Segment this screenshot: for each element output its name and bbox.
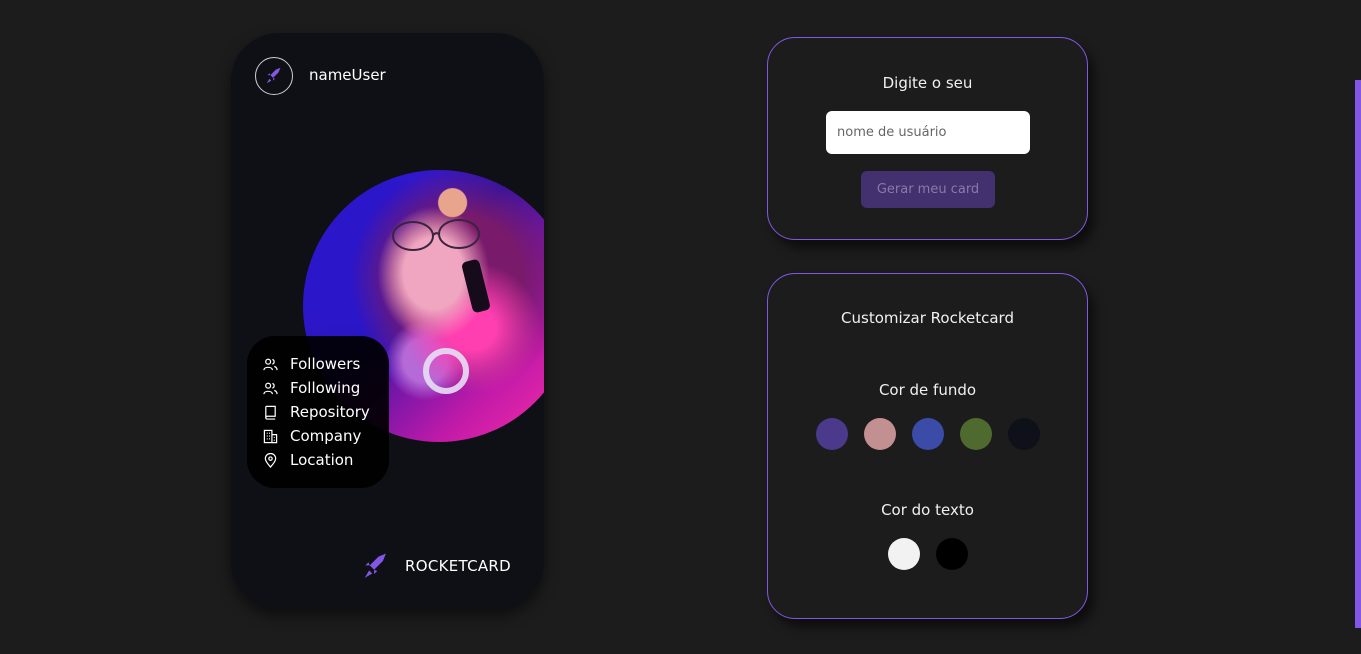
username: nameUser	[309, 66, 386, 84]
users-icon	[263, 358, 278, 370]
text-color-label: Cor do texto	[881, 501, 974, 519]
profile-card: nameUser Followers Following Repository …	[231, 33, 544, 609]
text-swatch-white[interactable]	[887, 538, 920, 570]
stat-label: Repository	[290, 403, 370, 421]
background-color-options	[768, 418, 1087, 450]
stat-following: Following	[247, 376, 389, 400]
generate-card-button[interactable]: Gerar meu card	[861, 171, 995, 208]
background-swatch-blue[interactable]	[911, 418, 944, 450]
page-scrollbar[interactable]	[1355, 0, 1361, 654]
user-stats: Followers Following Repository Company L…	[247, 336, 389, 488]
phone-illustration	[460, 258, 492, 314]
username-input[interactable]	[826, 111, 1030, 154]
stat-company: Company	[247, 424, 389, 448]
stat-repository: Repository	[247, 400, 389, 424]
background-swatch-purple[interactable]	[815, 418, 848, 450]
book-icon	[265, 405, 276, 420]
customize-panel-title: Customizar Rocketcard	[841, 309, 1014, 327]
stat-label: Location	[290, 451, 354, 469]
text-swatch-black[interactable]	[935, 538, 968, 570]
brand-label: ROCKETCARD	[405, 557, 512, 575]
rocket-icon	[266, 67, 281, 84]
customize-panel: Customizar Rocketcard Cor de fundo Cor d…	[767, 273, 1088, 619]
stat-followers: Followers	[247, 352, 389, 376]
stat-label: Following	[290, 379, 361, 397]
brand: ROCKETCARD	[361, 550, 511, 582]
stat-location: Location	[247, 448, 389, 472]
username-panel: Digite o seu Gerar meu card	[767, 37, 1088, 240]
text-color-options	[768, 538, 1087, 570]
scrollbar-thumb[interactable]	[1355, 80, 1361, 628]
glasses-illustration	[392, 219, 480, 251]
headphones-illustration	[423, 348, 469, 394]
stat-label: Followers	[290, 355, 361, 373]
rocket-icon	[364, 553, 386, 578]
avatar	[255, 57, 293, 95]
map-pin-icon	[264, 452, 277, 468]
background-color-label: Cor de fundo	[878, 381, 977, 399]
building-icon	[263, 429, 278, 443]
users-icon	[263, 382, 278, 394]
background-swatch-olive[interactable]	[959, 418, 992, 450]
username-panel-title: Digite o seu	[882, 74, 973, 92]
background-swatch-dark[interactable]	[1007, 418, 1040, 450]
background-swatch-rose[interactable]	[863, 418, 896, 450]
stat-label: Company	[290, 427, 362, 445]
